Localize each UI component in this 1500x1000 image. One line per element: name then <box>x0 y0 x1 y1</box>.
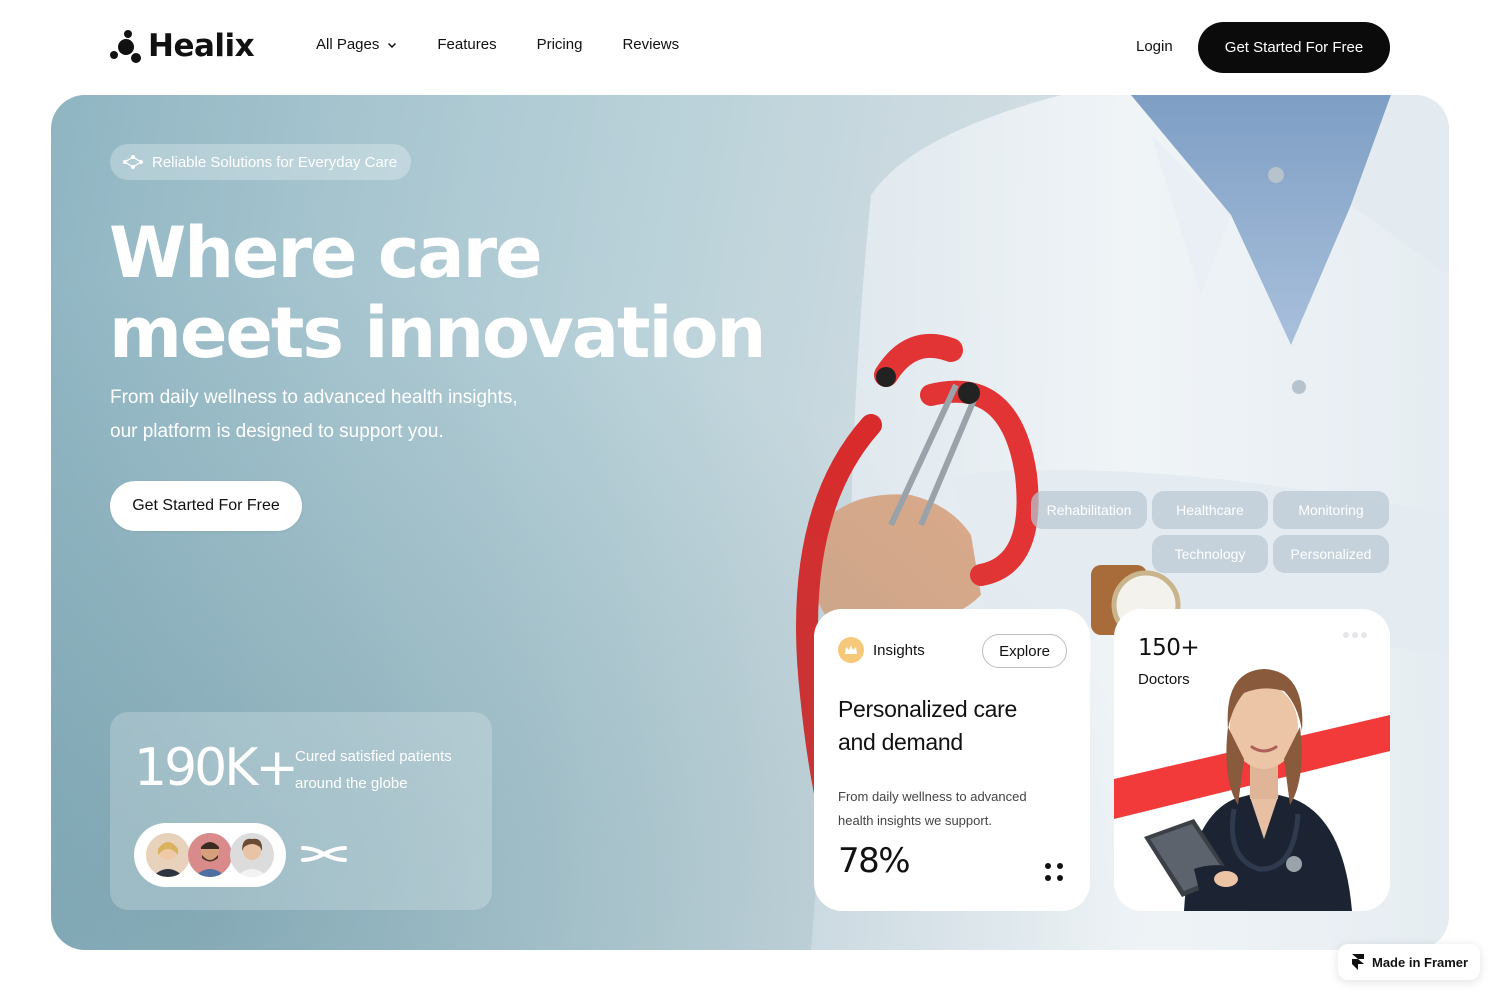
more-dots-icon[interactable] <box>1342 631 1368 639</box>
get-started-hero-button[interactable]: Get Started For Free <box>110 481 302 531</box>
nav-links: All Pages Features Pricing Reviews <box>316 36 719 53</box>
made-in-framer-badge[interactable]: Made in Framer <box>1338 944 1480 980</box>
hero-subtext: From daily wellness to advanced health i… <box>110 381 570 449</box>
patients-desc-line-1: Cured satisfied patients <box>295 748 452 765</box>
insights-desc-line-1: From daily wellness to advanced <box>838 789 1027 804</box>
nav-link-label: All Pages <box>316 36 380 53</box>
nav-link-label: Pricing <box>536 36 583 53</box>
nav-link-reviews[interactable]: Reviews <box>622 36 679 53</box>
insights-title-line-1: Personalized care <box>838 696 1018 722</box>
nav-link-label: Features <box>437 36 497 53</box>
insights-title: Personalized care and demand <box>838 693 1068 759</box>
hero-headline: Where care meets innovation <box>109 212 766 374</box>
tag-personalized[interactable]: Personalized <box>1273 535 1389 573</box>
insights-card: Insights Explore Personalized care and d… <box>814 609 1090 911</box>
avatar <box>146 833 190 877</box>
patient-avatars <box>134 823 286 887</box>
login-link[interactable]: Login <box>1136 38 1173 55</box>
insights-title-line-2: and demand <box>838 729 963 755</box>
sparkle-network-icon <box>123 155 143 169</box>
headline-line-2: meets innovation <box>109 292 766 374</box>
brand-name: Healix <box>148 28 255 64</box>
swirl-icon <box>301 846 347 862</box>
avatar <box>188 833 232 877</box>
insights-label: Insights <box>873 642 925 659</box>
doctors-count: 150+ <box>1138 635 1200 661</box>
top-nav: Healix All Pages Features Pricing Review… <box>0 0 1500 95</box>
tag-rehabilitation[interactable]: Rehabilitation <box>1031 491 1147 529</box>
nav-link-features[interactable]: Features <box>437 36 496 53</box>
explore-button[interactable]: Explore <box>982 634 1067 668</box>
get-started-nav-button[interactable]: Get Started For Free <box>1198 22 1390 73</box>
tag-technology[interactable]: Technology <box>1152 535 1268 573</box>
insights-desc-line-2: health insights we support. <box>838 813 992 828</box>
tag-monitoring[interactable]: Monitoring <box>1273 491 1389 529</box>
framer-badge-label: Made in Framer <box>1372 954 1469 970</box>
hero-badge-text: Reliable Solutions for Everyday Care <box>152 153 398 171</box>
insights-description: From daily wellness to advanced health i… <box>838 785 1068 833</box>
logo-mark-icon <box>110 30 141 63</box>
nav-link-all-pages[interactable]: All Pages <box>316 36 397 53</box>
patients-desc-line-2: around the globe <box>295 775 408 792</box>
nav-link-pricing[interactable]: Pricing <box>537 36 583 53</box>
doctors-card: 150+ Doctors <box>1114 609 1390 911</box>
doctors-label: Doctors <box>1138 671 1190 688</box>
hero-badge: Reliable Solutions for Everyday Care <box>110 144 412 180</box>
hero-section: Reliable Solutions for Everyday Care Whe… <box>51 95 1449 950</box>
avatar <box>230 833 274 877</box>
patients-stats-card: 190K+ Cured satisfied patients around th… <box>110 712 492 910</box>
crown-icon <box>838 637 864 663</box>
framer-icon <box>1352 954 1364 970</box>
insights-percent: 78% <box>838 841 911 881</box>
patients-description: Cured satisfied patients around the glob… <box>295 743 485 797</box>
brand-logo[interactable]: Healix <box>110 28 255 64</box>
nav-link-label: Reviews <box>622 36 680 53</box>
chevron-down-icon <box>388 42 397 48</box>
subtext-line-1: From daily wellness to advanced health i… <box>110 387 518 408</box>
grid-dots-icon[interactable] <box>1044 862 1064 882</box>
headline-line-1: Where care <box>109 212 543 294</box>
patients-count: 190K+ <box>134 738 299 798</box>
subtext-line-2: our platform is designed to support you. <box>110 421 444 442</box>
tag-healthcare[interactable]: Healthcare <box>1152 491 1268 529</box>
